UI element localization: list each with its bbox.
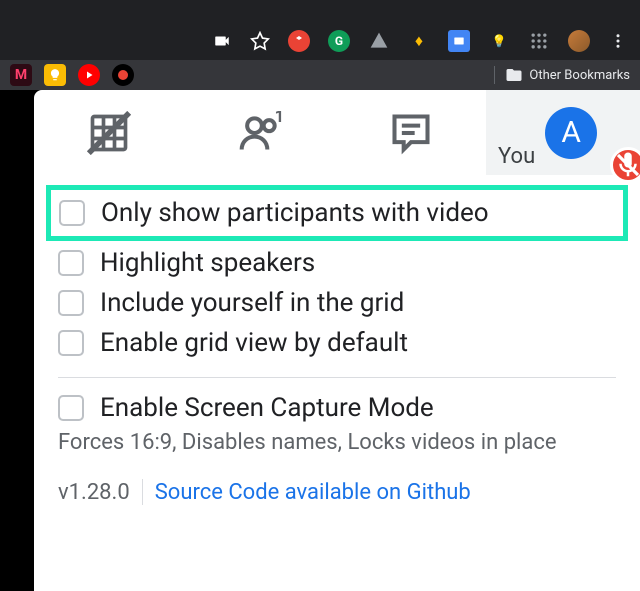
option-highlight-speakers[interactable]: Highlight speakers <box>58 243 616 283</box>
option-label: Highlight speakers <box>100 248 315 278</box>
tab-people[interactable]: 1 <box>185 90 336 175</box>
apps-grid-icon[interactable] <box>528 30 550 52</box>
tab-grid-layout[interactable] <box>34 90 185 175</box>
grammarly-icon[interactable]: G <box>328 30 350 52</box>
checkbox-only-video[interactable] <box>59 200 85 226</box>
panel-tabs: 1 You A <box>34 90 640 175</box>
extension-icon-bulb[interactable]: 💡 <box>488 30 510 52</box>
profile-avatar-icon[interactable] <box>568 30 590 52</box>
bookmarks-bar: M Other Bookmarks <box>0 60 640 90</box>
version-label: v1.28.0 <box>58 480 130 505</box>
browser-toolbar: G ♦ 💡 <box>212 30 628 52</box>
tab-you[interactable]: You A <box>486 90 640 175</box>
screen-capture-description: Forces 16:9, Disables names, Locks video… <box>58 430 616 455</box>
camera-icon[interactable] <box>212 31 232 51</box>
bookmark-youtube[interactable] <box>78 64 100 86</box>
option-label: Enable Screen Capture Mode <box>100 393 434 423</box>
bookmark-dark[interactable] <box>112 64 134 86</box>
divider <box>58 377 616 378</box>
menu-dots-icon[interactable] <box>608 31 628 51</box>
option-only-video[interactable]: Only show participants with video <box>46 185 628 241</box>
checkbox-enable-default[interactable] <box>58 330 84 356</box>
extension-icon-blue[interactable] <box>448 30 470 52</box>
extension-icon-orange[interactable]: ♦ <box>408 30 430 52</box>
checkbox-include-self[interactable] <box>58 290 84 316</box>
github-link[interactable]: Source Code available on Github <box>155 480 471 505</box>
checkbox-highlight-speakers[interactable] <box>58 250 84 276</box>
tab-chat[interactable] <box>335 90 486 175</box>
settings-panel: 1 You A Only show partici <box>34 90 640 591</box>
bookmark-keep[interactable] <box>44 64 66 86</box>
browser-chrome: G ♦ 💡 M <box>0 0 640 90</box>
other-bookmarks-label: Other Bookmarks <box>529 68 630 83</box>
options-list: Only show participants with video Highli… <box>34 175 640 505</box>
option-label: Include yourself in the grid <box>100 288 404 318</box>
bookmark-myntra[interactable]: M <box>10 64 32 86</box>
star-icon[interactable] <box>250 31 270 51</box>
extension-icon-red[interactable] <box>288 30 310 52</box>
checkbox-screen-capture[interactable] <box>58 395 84 421</box>
footer-separator <box>142 479 143 505</box>
option-enable-default[interactable]: Enable grid view by default <box>58 323 616 363</box>
option-screen-capture[interactable]: Enable Screen Capture Mode <box>58 388 616 428</box>
other-bookmarks-folder[interactable]: Other Bookmarks <box>494 66 630 84</box>
mic-muted-icon[interactable] <box>610 147 640 183</box>
drive-icon[interactable] <box>368 30 390 52</box>
option-include-self[interactable]: Include yourself in the grid <box>58 283 616 323</box>
option-label: Only show participants with video <box>101 198 489 228</box>
svg-text:1: 1 <box>275 111 282 127</box>
avatar: A <box>545 107 597 159</box>
panel-footer: v1.28.0 Source Code available on Github <box>58 479 616 505</box>
you-label: You <box>498 144 535 169</box>
option-label: Enable grid view by default <box>100 328 408 358</box>
